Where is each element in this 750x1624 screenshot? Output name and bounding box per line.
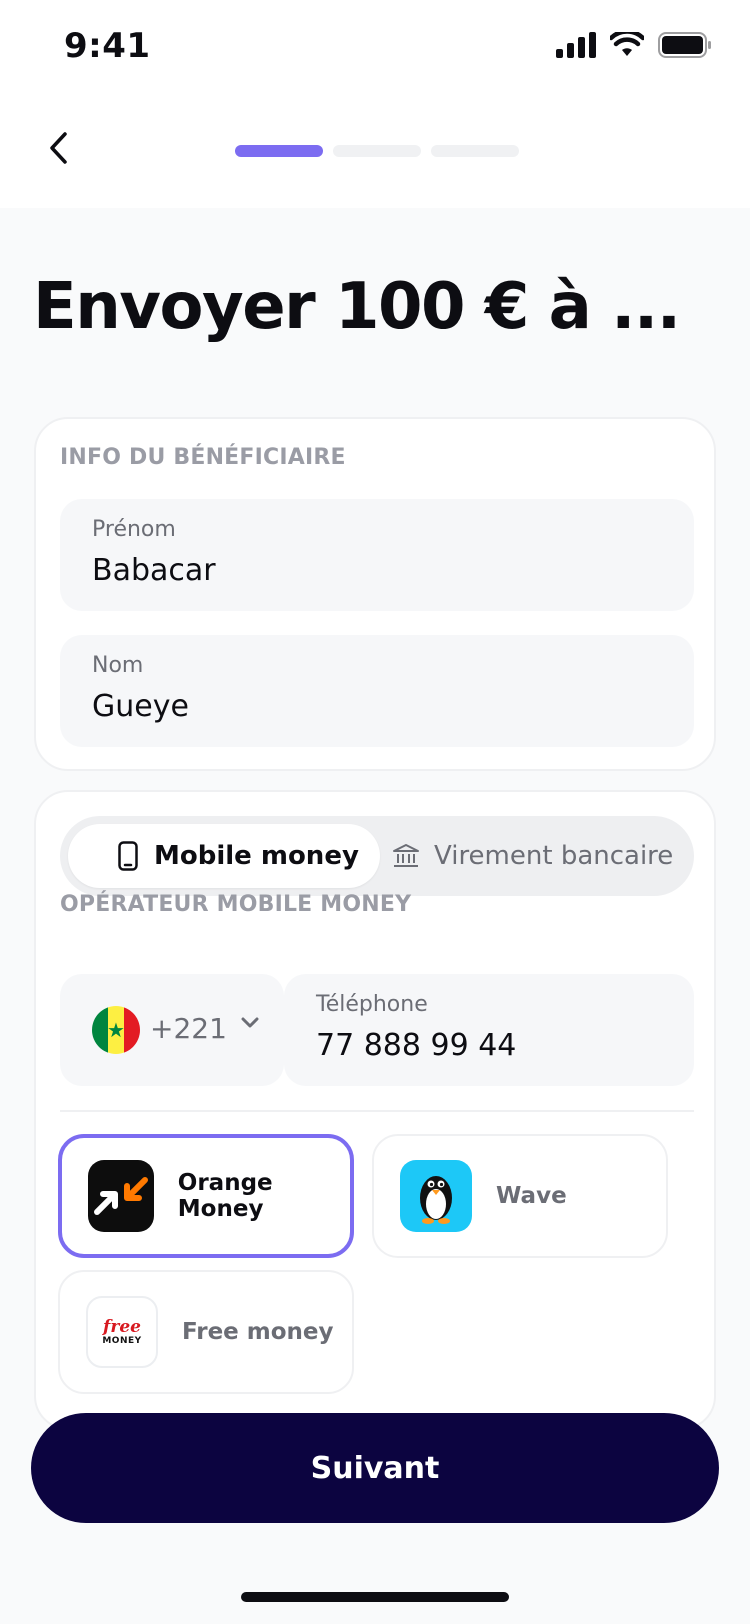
status-time: 9:41: [64, 26, 151, 66]
wave-label: Wave: [496, 1183, 567, 1209]
status-bar: 9:41: [0, 0, 750, 100]
phone-icon: [118, 841, 138, 871]
orange-money-label: Orange Money: [177, 1170, 273, 1222]
payment-method-toggle: Mobile money Virement bancaire: [60, 816, 694, 896]
phone-field[interactable]: Téléphone 77 888 99 44: [284, 974, 694, 1086]
beneficiary-card: INFO DU BÉNÉFICIAIRE Prénom Babacar Nom …: [34, 417, 716, 771]
last-name-label: Nom: [92, 653, 144, 678]
money-logo-text: MONEY: [102, 1335, 142, 1346]
status-icons: [556, 32, 712, 58]
senegal-flag-icon: ★: [92, 1006, 140, 1054]
country-code-value: +221: [150, 1012, 227, 1045]
tab-mobile-money[interactable]: Mobile money: [68, 824, 380, 888]
phone-label: Téléphone: [316, 992, 428, 1017]
step-3-indicator: [431, 145, 519, 157]
progress-stepper: [235, 145, 519, 157]
battery-icon: [658, 32, 711, 58]
last-name-value: Gueye: [92, 689, 189, 724]
payment-method-card: Mobile money Virement bancaire OPÉRATEUR…: [34, 790, 716, 1430]
free-logo-text: free: [103, 1316, 141, 1337]
next-button[interactable]: Suivant: [31, 1413, 719, 1523]
signal-icon: [556, 32, 596, 58]
free-money-label: Free money: [182, 1319, 334, 1345]
first-name-field[interactable]: Prénom Babacar: [60, 499, 694, 611]
operator-section-label: OPÉRATEUR MOBILE MONEY: [60, 892, 412, 917]
first-name-label: Prénom: [92, 517, 176, 542]
country-code-select[interactable]: ★ +221: [60, 974, 284, 1086]
phone-value: 77 888 99 44: [316, 1028, 517, 1063]
bank-icon: [393, 844, 419, 867]
tab-bank-transfer[interactable]: Virement bancaire: [392, 824, 688, 888]
step-2-indicator: [333, 145, 421, 157]
back-button[interactable]: [36, 126, 80, 170]
first-name-value: Babacar: [92, 553, 216, 588]
last-name-field[interactable]: Nom Gueye: [60, 635, 694, 747]
operator-wave[interactable]: Wave: [372, 1134, 668, 1258]
step-1-indicator: [235, 145, 323, 157]
orange-money-logo: [88, 1160, 154, 1232]
chevron-left-icon: [50, 132, 67, 164]
operator-orange-money[interactable]: Orange Money: [58, 1134, 354, 1258]
beneficiary-section-label: INFO DU BÉNÉFICIAIRE: [60, 445, 346, 470]
chevron-down-icon: [241, 1017, 259, 1028]
operator-free-money[interactable]: free MONEY Free money: [58, 1270, 354, 1394]
page-title: Envoyer 100 € à ...: [33, 270, 681, 344]
nav-bar: [0, 100, 750, 208]
divider: [60, 1110, 694, 1112]
next-button-label: Suivant: [310, 1450, 440, 1486]
wifi-icon: [610, 32, 644, 56]
free-money-logo: free MONEY: [86, 1296, 158, 1368]
tab-bank-transfer-label: Virement bancaire: [434, 841, 674, 871]
home-indicator: [241, 1592, 509, 1602]
wave-penguin-logo: [400, 1160, 472, 1232]
tab-mobile-money-label: Mobile money: [154, 841, 359, 871]
